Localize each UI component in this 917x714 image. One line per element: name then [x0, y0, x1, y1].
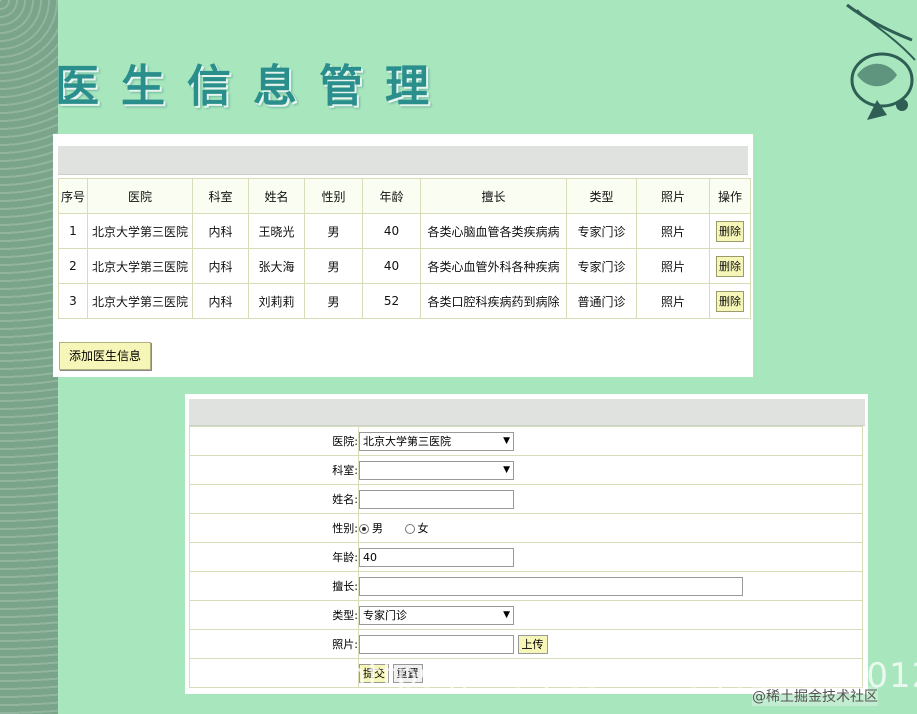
- cell-age: 40: [362, 248, 421, 284]
- dropdown-arrow-icon: ▼: [503, 435, 510, 446]
- doctor-list-panel: 序号 医院 科室 姓名 性别 年龄 擅长 类型 照片 操作 1 北京大学第三医院…: [53, 134, 753, 377]
- hospital-select[interactable]: 北京大学第三医院 ▼: [359, 431, 514, 451]
- delete-button[interactable]: 删除: [716, 220, 744, 242]
- doctor-table: 序号 医院 科室 姓名 性别 年龄 擅长 类型 照片 操作 1 北京大学第三医院…: [58, 178, 751, 319]
- cell-gender: 男: [304, 283, 363, 319]
- cell-dept: 内科: [192, 248, 249, 284]
- upload-button[interactable]: 上传: [517, 634, 548, 654]
- delete-button[interactable]: 删除: [716, 255, 744, 277]
- age-label: 年龄:: [189, 542, 359, 572]
- col-header-action: 操作: [709, 178, 751, 214]
- age-input[interactable]: 40: [359, 547, 514, 567]
- cell-specialty: 各类心血管外科各种疾病: [420, 248, 567, 284]
- cell-no: 3: [58, 283, 88, 319]
- gender-label: 性别:: [189, 513, 359, 543]
- cell-photo: 照片: [636, 283, 710, 319]
- cell-dept: 内科: [192, 283, 249, 319]
- add-doctor-form-panel: 医院: 北京大学第三医院 ▼ 科室: ▼ 姓名: 性别: 男 女 年龄: 40: [185, 394, 868, 694]
- cell-name: 刘莉莉: [248, 283, 305, 319]
- watermark-site: @稀土掘金技术社区: [752, 686, 878, 706]
- cell-photo: 照片: [636, 213, 710, 249]
- hospital-label: 医院:: [189, 426, 359, 456]
- name-label: 姓名:: [189, 484, 359, 514]
- type-select[interactable]: 专家门诊 ▼: [359, 605, 514, 625]
- page-title: 医生信息管理: [55, 61, 451, 112]
- decorative-left-border: [0, 0, 58, 714]
- table-row: 1 北京大学第三医院 内科 王晓光 男 40 各类心脑血管各类疾病病 专家门诊 …: [58, 213, 751, 249]
- col-header-name: 姓名: [248, 178, 305, 214]
- table-header-row: 序号 医院 科室 姓名 性别 年龄 擅长 类型 照片 操作: [58, 178, 751, 214]
- dept-select[interactable]: ▼: [359, 460, 514, 480]
- cell-action: 删除: [709, 213, 751, 249]
- cell-gender: 男: [304, 248, 363, 284]
- specialty-input[interactable]: [359, 576, 743, 596]
- cell-no: 2: [58, 248, 88, 284]
- cell-dept: 内科: [192, 213, 249, 249]
- gender-male-radio[interactable]: 男: [359, 520, 383, 536]
- col-header-hospital: 医院: [87, 178, 193, 214]
- gender-female-label: 女: [417, 522, 429, 535]
- cell-action: 删除: [709, 248, 751, 284]
- doctor-form: 医院: 北京大学第三医院 ▼ 科室: ▼ 姓名: 性别: 男 女 年龄: 40: [189, 426, 863, 688]
- col-header-type: 类型: [566, 178, 637, 214]
- cell-type: 专家门诊: [566, 213, 637, 249]
- col-header-no: 序号: [58, 178, 88, 214]
- cell-specialty: 各类口腔科疾病药到病除: [420, 283, 567, 319]
- table-row: 2 北京大学第三医院 内科 张大海 男 40 各类心血管外科各种疾病 专家门诊 …: [58, 248, 751, 284]
- cell-specialty: 各类心脑血管各类疾病病: [420, 213, 567, 249]
- col-header-gender: 性别: [304, 178, 363, 214]
- dropdown-arrow-icon: ▼: [503, 609, 510, 620]
- cell-age: 40: [362, 213, 421, 249]
- type-label: 类型:: [189, 600, 359, 630]
- table-row: 3 北京大学第三医院 内科 刘莉莉 男 52 各类口腔科疾病药到病除 普通门诊 …: [58, 283, 751, 319]
- specialty-label: 擅长:: [189, 571, 359, 601]
- cell-name: 张大海: [248, 248, 305, 284]
- cell-type: 专家门诊: [566, 248, 637, 284]
- radio-checked-icon: [359, 524, 369, 534]
- gender-male-label: 男: [372, 522, 383, 535]
- cell-hospital: 北京大学第三医院: [87, 213, 193, 249]
- cell-name: 王晓光: [248, 213, 305, 249]
- cell-hospital: 北京大学第三医院: [87, 248, 193, 284]
- dept-label: 科室:: [189, 455, 359, 485]
- photo-input[interactable]: [359, 634, 514, 654]
- phoenix-ornament-icon: [846, 3, 916, 120]
- cell-hospital: 北京大学第三医院: [87, 283, 193, 319]
- radio-unchecked-icon: [404, 524, 415, 534]
- panel-header-bar: [58, 146, 748, 175]
- cell-type: 普通门诊: [566, 283, 637, 319]
- gender-female-radio[interactable]: 女: [404, 520, 429, 536]
- type-select-value: 专家门诊: [363, 608, 407, 622]
- col-header-specialty: 擅长: [420, 178, 567, 214]
- cell-photo: 照片: [636, 248, 710, 284]
- cell-gender: 男: [304, 213, 363, 249]
- cell-no: 1: [58, 213, 88, 249]
- hospital-select-value: 北京大学第三医院: [363, 434, 451, 448]
- delete-button[interactable]: 删除: [716, 290, 744, 312]
- photo-label: 照片:: [189, 629, 359, 659]
- col-header-age: 年龄: [362, 178, 421, 214]
- col-header-dept: 科室: [192, 178, 249, 214]
- dropdown-arrow-icon: ▼: [503, 464, 510, 475]
- col-header-photo: 照片: [636, 178, 710, 214]
- name-input[interactable]: [359, 489, 514, 509]
- cell-action: 删除: [709, 283, 751, 319]
- panel-header-bar: [189, 399, 865, 426]
- add-doctor-button[interactable]: 添加医生信息: [59, 342, 151, 370]
- cell-age: 52: [362, 283, 421, 319]
